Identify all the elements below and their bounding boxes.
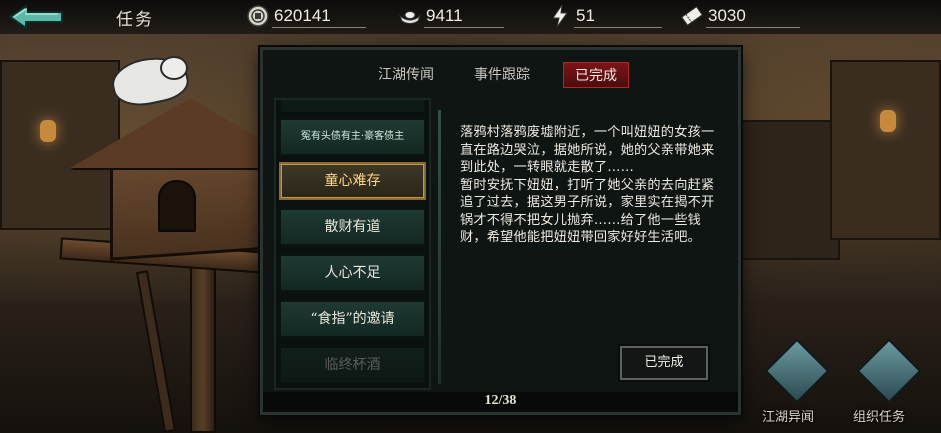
list-item[interactable]: 人心不足: [279, 254, 426, 292]
ticket-icon: [681, 6, 703, 26]
building-right: [830, 60, 941, 240]
building-right-back: [740, 120, 840, 260]
underline: [574, 27, 662, 28]
tab-jianghu-rumors[interactable]: 江湖传闻: [371, 62, 441, 88]
tab-completed[interactable]: 已完成: [563, 62, 629, 88]
list-item[interactable]: [279, 100, 426, 114]
top-bar: 任务 620141 9411 51 3030: [0, 0, 941, 34]
quest-description: 落鸦村落鸦废墟附近，一个叫妞妞的女孩一直在路边哭泣，据她所说，她的父亲带她来到此…: [460, 125, 715, 245]
lantern: [880, 110, 896, 132]
page-indicator: 12/38: [484, 393, 517, 408]
completed-status-button[interactable]: 已完成: [620, 346, 708, 380]
back-button[interactable]: [6, 3, 66, 31]
tab-bar: 江湖传闻 事件跟踪 已完成: [263, 50, 738, 96]
jianghu-rumor-label[interactable]: 江湖异闻: [762, 406, 814, 425]
coin-counter: 620141: [246, 3, 366, 29]
pigeon-head: [160, 56, 188, 80]
coin-icon: [247, 5, 269, 27]
coin-value: 620141: [274, 6, 331, 25]
organization-task-label[interactable]: 组织任务: [853, 406, 905, 425]
list-item[interactable]: 童心难存: [279, 162, 426, 200]
energy-value: 51: [576, 6, 595, 25]
silver-ingot-icon: [398, 11, 422, 24]
list-item[interactable]: 冤有头债有主·豪客债主: [279, 118, 426, 156]
list-item[interactable]: 散财有道: [279, 208, 426, 246]
quest-list[interactable]: 冤有头债有主·豪客债主 童心难存 散财有道 人心不足 “食指”的邀请 临终杯酒: [274, 98, 431, 390]
list-item[interactable]: 临终杯酒: [279, 346, 426, 384]
underline: [424, 27, 504, 28]
pigeon-house-door: [158, 180, 196, 232]
lightning-icon: [552, 4, 568, 28]
silver-value: 9411: [426, 6, 463, 25]
ticket-counter: 3030: [680, 3, 800, 29]
divider: [438, 110, 441, 384]
underline: [272, 27, 366, 28]
silver-counter: 9411: [398, 3, 506, 29]
list-item[interactable]: “食指”的邀请: [279, 300, 426, 338]
quest-panel: 江湖传闻 事件跟踪 已完成 冤有头债有主·豪客债主 童心难存 散财有道 人心不足…: [260, 47, 741, 415]
tab-event-tracking[interactable]: 事件跟踪: [467, 62, 537, 88]
underline: [706, 27, 800, 28]
energy-counter: 51: [548, 3, 662, 29]
panel-footer: 12/38: [263, 392, 738, 412]
ticket-value: 3030: [708, 6, 746, 25]
lantern: [40, 120, 56, 142]
back-arrow-icon: [8, 4, 63, 30]
page-title: 任务: [116, 10, 154, 30]
